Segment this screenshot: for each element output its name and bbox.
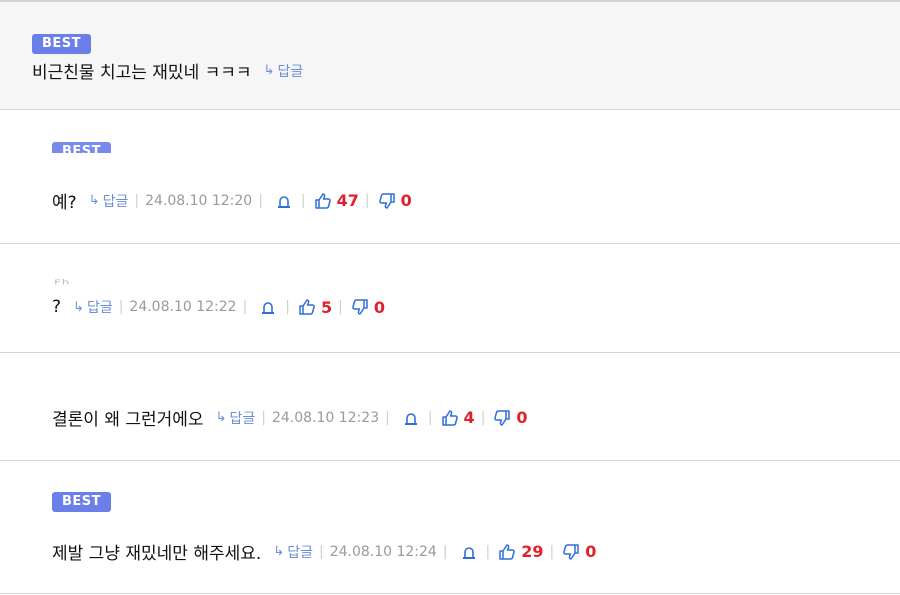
divider: | [338,299,343,315]
comment-item: 결론이 왜 그런거에오 ↳ 답글 | 24.08.10 12:23 | | 4 … [0,353,900,461]
like-count: 4 [463,408,475,427]
reply-label: 답글 [277,63,304,80]
reply-arrow-icon: ↳ [263,63,275,78]
dislike-button[interactable] [349,297,371,317]
reply-button[interactable]: ↳ 답글 [273,542,313,562]
divider: | [300,192,306,209]
comment-date: 24.08.10 12:22 [129,299,237,315]
dislike-button[interactable] [560,542,582,562]
reply-button[interactable]: ↳ 답글 [264,61,304,81]
reply-button[interactable]: ↳ 답글 [73,297,113,317]
comment-text: 비근친물 치고는 재밌네 ㅋㅋㅋ [32,63,252,83]
divider: | [480,409,486,426]
report-button[interactable] [257,298,279,316]
comment-text: 결론이 왜 그런거에오 [52,410,204,430]
comment-text: 제발 그냥 재밌네만 해주세요. [52,544,262,564]
dislike-count: 0 [516,408,528,427]
comment-date: 24.08.10 12:20 [145,192,253,209]
like-button[interactable] [296,297,318,317]
like-button[interactable] [312,191,334,211]
like-button[interactable] [439,408,461,428]
reply-button[interactable]: ↳ 답글 [89,191,129,211]
reply-arrow-icon: ↳ [73,299,84,315]
report-button[interactable] [400,409,422,427]
dislike-count: 0 [400,191,412,210]
siren-icon [277,195,290,208]
divider: | [385,409,390,426]
siren-icon [262,302,275,314]
comment-text: 예? [52,193,77,213]
comment-author: Fh [54,278,71,287]
report-button[interactable] [273,192,295,210]
divider: | [242,299,248,315]
comment-text: ? [52,297,62,317]
divider: | [427,409,433,426]
thumbs-down-icon [352,299,368,315]
reply-arrow-icon: ↳ [88,193,100,208]
like-count: 47 [336,191,359,210]
reply-arrow-icon: ↳ [273,544,285,559]
comment-section: BEST 비근친물 치고는 재밌네 ㅋㅋㅋ ↳ 답글 BEST 예? ↳ 답글 … [0,0,900,595]
thumbs-down-icon [378,192,395,209]
like-count: 5 [321,297,333,317]
best-badge: BEST [32,34,92,54]
divider: | [442,543,448,560]
reply-arrow-icon: ↳ [215,410,227,425]
like-count: 29 [521,542,544,561]
divider: | [285,299,290,315]
divider: | [258,192,263,209]
siren-icon [462,546,475,559]
thumbs-up-icon [299,299,315,315]
siren-icon [404,412,417,425]
divider: | [261,409,266,426]
comment-item: BEST 제발 그냥 재밌네만 해주세요. ↳ 답글 | 24.08.10 12… [0,461,900,594]
thumbs-up-icon [499,543,516,560]
divider: | [318,543,324,560]
dislike-count: 0 [373,297,385,317]
divider: | [485,543,491,560]
thumbs-up-icon [314,192,331,209]
report-button[interactable] [458,543,480,561]
reply-label: 답글 [102,193,129,210]
like-button[interactable] [496,542,518,562]
best-badge: BEST [52,142,112,153]
reply-label: 답글 [86,300,113,316]
reply-label: 답글 [229,410,256,427]
dislike-button[interactable] [376,191,398,211]
dislike-count: 0 [585,542,597,561]
divider: | [134,192,140,209]
thumbs-up-icon [441,409,458,426]
best-badge: BEST [52,492,112,512]
reply-button[interactable]: ↳ 답글 [216,408,256,428]
comment-item: BEST 예? ↳ 답글 | 24.08.10 12:20 | | 47 | 0 [0,110,900,244]
dislike-button[interactable] [491,408,513,428]
comment-item: Fh ? ↳ 답글 | 24.08.10 12:22 | | 5 | 0 [0,244,900,353]
thumbs-down-icon [563,543,579,560]
comment-date: 24.08.10 12:24 [329,543,437,560]
reply-label: 답글 [287,544,313,561]
comment-date: 24.08.10 12:23 [271,409,380,426]
best-comment-top: BEST 비근친물 치고는 재밌네 ㅋㅋㅋ ↳ 답글 [0,2,900,110]
divider: | [118,299,124,315]
thumbs-down-icon [494,409,511,426]
divider: | [549,543,555,560]
divider: | [364,192,370,209]
